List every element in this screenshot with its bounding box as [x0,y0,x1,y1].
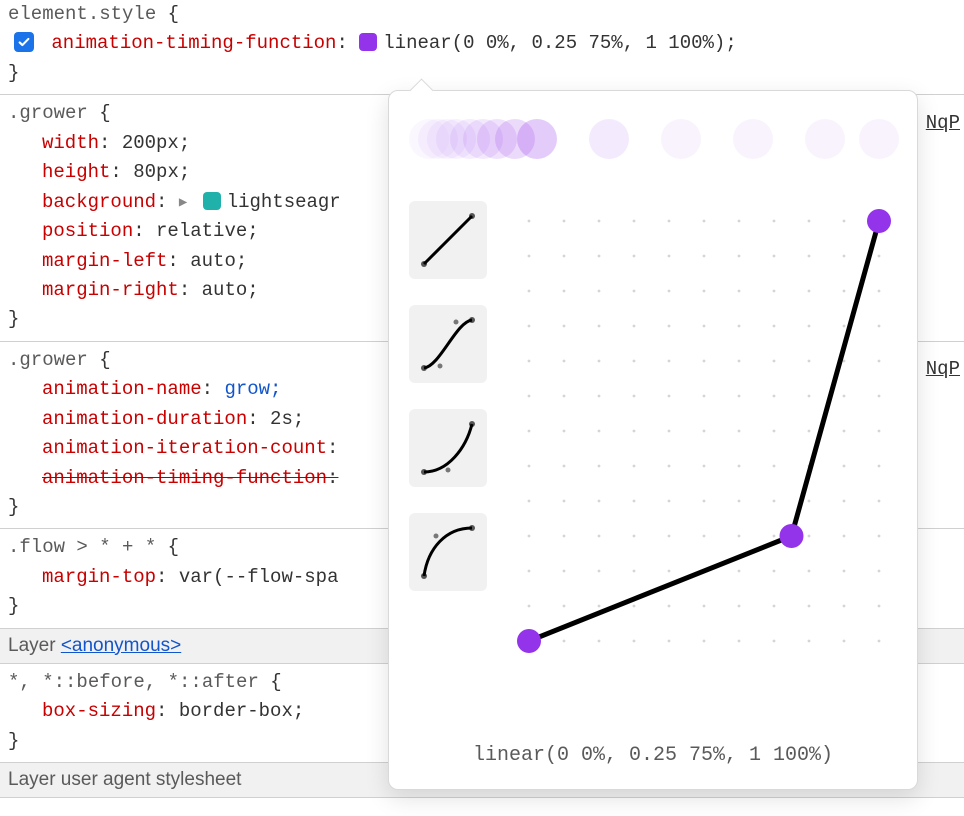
easing-preview-track [409,115,897,163]
preview-ball [661,119,701,159]
selector: *, *::before, *::after [8,671,259,693]
preview-ball [517,119,557,159]
property-value[interactable]: linear(0 0%, 0.25 75%, 1 100%); [383,32,736,54]
color-swatch-icon[interactable] [203,192,221,210]
easing-swatch-icon[interactable] [359,33,377,51]
preset-list [409,201,487,591]
easing-editor-popover: linear(0 0%, 0.25 75%, 1 100%) [388,90,918,790]
source-link[interactable]: NqP [926,112,960,134]
preview-ball [733,119,773,159]
curve-canvas[interactable] [509,201,899,701]
preview-ball [805,119,845,159]
property-name[interactable]: animation-timing-function [51,32,336,54]
preset-ease-in[interactable] [409,409,487,487]
easing-value-label: linear(0 0%, 0.25 75%, 1 100%) [389,744,917,767]
curve-control-point[interactable] [780,524,804,548]
selector: .grower [8,349,88,371]
preview-ball [859,119,899,159]
preset-ease-in-out[interactable] [409,305,487,383]
layer-link[interactable]: <anonymous> [61,635,181,656]
property-enabled-checkbox[interactable] [14,32,34,52]
rule-element-style: element.style { animation-timing-functio… [0,0,964,95]
preset-linear[interactable] [409,201,487,279]
selector: element.style [8,3,156,25]
selector: .grower [8,102,88,124]
source-link[interactable]: NqP [926,358,960,380]
expand-icon[interactable]: ▶ [179,193,187,215]
preset-ease-out[interactable] [409,513,487,591]
curve-control-point[interactable] [517,629,541,653]
curve-control-point[interactable] [867,209,891,233]
selector: .flow > * + * [8,536,156,558]
preview-ball [589,119,629,159]
